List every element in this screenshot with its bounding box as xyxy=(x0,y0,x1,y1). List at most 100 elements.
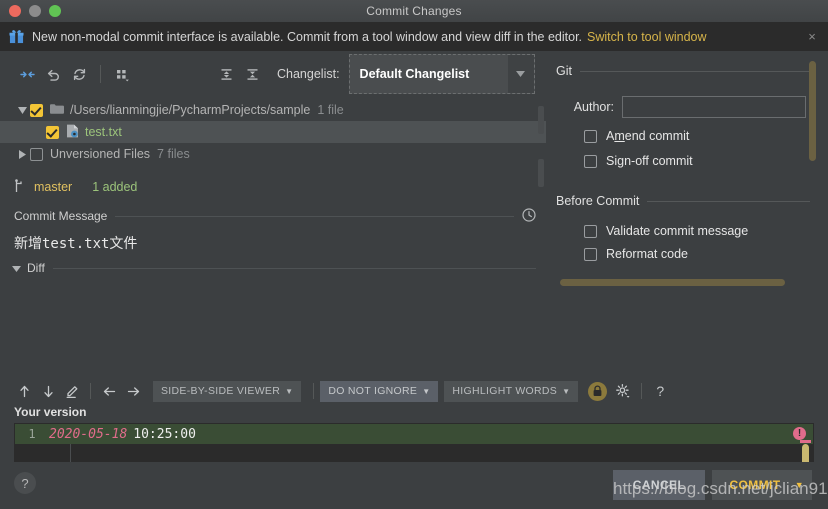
git-group-rule xyxy=(579,70,810,72)
collapse-all-icon[interactable] xyxy=(239,61,265,87)
chevron-collapsed-icon[interactable] xyxy=(14,149,30,159)
commit-button-label: COMMIT xyxy=(729,478,781,492)
unversioned-label: Unversioned Files xyxy=(50,147,151,161)
diff-rule xyxy=(52,267,536,269)
next-difference-icon[interactable] xyxy=(36,380,60,402)
validate-commit-message-label: Validate commit message xyxy=(606,224,749,238)
folder-file-count: 1 file xyxy=(317,103,344,117)
validate-commit-message-checkbox[interactable] xyxy=(584,224,597,238)
diff-toolbar-divider-2 xyxy=(313,383,315,399)
diff-toolbar: SIDE-BY-SIDE VIEWER ▼ DO NOT IGNORE ▼ HI… xyxy=(0,377,828,405)
diff-line[interactable]: 1 2020-05-18 10:25:00 xyxy=(15,424,813,444)
refresh-icon[interactable] xyxy=(66,61,92,87)
commit-options-pane: Git Author: Amend commit Sign-off commit… xyxy=(546,51,828,291)
diff-code-time: 10:25:00 xyxy=(133,426,196,442)
signoff-commit-label: Sign-off commit xyxy=(606,154,693,168)
tree-row-folder[interactable]: /Users/lianmingjie/PycharmProjects/sampl… xyxy=(0,99,546,121)
show-diff-icon[interactable] xyxy=(14,61,40,87)
git-group-header: Git xyxy=(546,61,828,81)
reformat-code-option[interactable]: Reformat code xyxy=(546,247,828,261)
diff-section-header: Diff xyxy=(0,258,546,278)
accept-right-icon[interactable] xyxy=(121,380,145,402)
amend-commit-label: Amend commit xyxy=(606,129,690,143)
before-commit-title: Before Commit xyxy=(556,194,640,208)
amend-commit-checkbox[interactable] xyxy=(584,129,597,143)
help-button[interactable]: ? xyxy=(14,472,36,494)
expand-all-icon[interactable] xyxy=(213,61,239,87)
lock-icon[interactable] xyxy=(588,381,608,401)
unversioned-checkbox[interactable] xyxy=(30,147,43,161)
commit-message-input[interactable]: 新增test.txt文件 xyxy=(0,233,546,253)
chevron-down-icon[interactable] xyxy=(507,55,534,93)
switch-to-tool-window-link[interactable]: Switch to tool window xyxy=(587,30,707,44)
commit-message-header: Commit Message xyxy=(0,205,546,227)
amend-commit-option[interactable]: Amend commit xyxy=(546,129,828,143)
diff-pane-title: Your version xyxy=(14,405,87,419)
edit-source-icon[interactable] xyxy=(60,380,84,402)
header-rule xyxy=(115,215,514,217)
notification-text: New non-modal commit interface is availa… xyxy=(32,29,583,44)
highlight-mode-label: HIGHLIGHT WORDS xyxy=(452,385,558,397)
gear-icon[interactable] xyxy=(611,380,635,402)
notification-bar: New non-modal commit interface is availa… xyxy=(0,23,828,51)
folder-checkbox[interactable] xyxy=(30,103,43,117)
toolbar-divider xyxy=(100,65,101,83)
splitter-handle-bottom[interactable] xyxy=(538,159,544,187)
close-icon[interactable]: × xyxy=(804,29,820,44)
highlight-mode-dropdown[interactable]: HIGHLIGHT WORDS ▼ xyxy=(444,380,579,402)
tree-row-unversioned[interactable]: Unversioned Files 7 files xyxy=(0,143,546,165)
diff-error-marker xyxy=(800,440,811,443)
commit-changes-dialog: Commit Changes New non-modal commit inte… xyxy=(0,0,828,509)
dialog-body: Changelist: Default Changelist /Users/li… xyxy=(0,51,828,509)
window-titlebar: Commit Changes xyxy=(0,0,828,23)
splitter-handle-top[interactable] xyxy=(538,106,544,134)
file-checkbox[interactable] xyxy=(46,125,59,139)
changes-tree: /Users/lianmingjie/PycharmProjects/sampl… xyxy=(0,99,546,165)
diff-toolbar-divider-3 xyxy=(641,383,643,399)
chevron-down-icon[interactable] xyxy=(12,261,21,275)
rollback-icon[interactable] xyxy=(40,61,66,87)
help-icon[interactable]: ? xyxy=(648,380,672,402)
cancel-button[interactable]: CANCEL xyxy=(613,470,705,500)
author-label: Author: xyxy=(573,100,614,114)
tree-row-file[interactable]: test.txt xyxy=(0,121,546,143)
added-count: 1 added xyxy=(92,180,138,194)
chevron-down-icon: ▼ xyxy=(422,386,431,396)
folder-icon xyxy=(50,103,64,118)
ignore-mode-dropdown[interactable]: DO NOT IGNORE ▼ xyxy=(320,380,439,402)
previous-difference-icon[interactable] xyxy=(12,380,36,402)
viewer-mode-label: SIDE-BY-SIDE VIEWER xyxy=(161,385,281,397)
file-icon xyxy=(66,124,79,141)
clock-icon[interactable] xyxy=(522,207,536,225)
diff-title: Diff xyxy=(27,261,45,275)
line-number: 1 xyxy=(28,427,36,441)
options-horizontal-scrollbar[interactable] xyxy=(560,279,785,286)
unversioned-file-count: 7 files xyxy=(157,147,190,161)
gift-icon xyxy=(9,30,24,44)
chevron-down-icon: ▼ xyxy=(794,480,804,490)
signoff-commit-checkbox[interactable] xyxy=(584,154,597,168)
viewer-mode-dropdown[interactable]: SIDE-BY-SIDE VIEWER ▼ xyxy=(153,380,302,402)
file-name: test.txt xyxy=(85,125,122,139)
reformat-code-checkbox[interactable] xyxy=(584,247,597,261)
author-input[interactable] xyxy=(622,96,806,118)
commit-button[interactable]: COMMIT ▼ xyxy=(712,470,812,500)
branch-status-bar: master 1 added xyxy=(0,175,546,199)
changelist-label: Changelist: xyxy=(277,67,340,81)
chevron-down-icon: ▼ xyxy=(285,386,294,396)
accept-left-icon[interactable] xyxy=(97,380,121,402)
error-badge[interactable]: ! xyxy=(793,427,806,440)
signoff-commit-option[interactable]: Sign-off commit xyxy=(546,154,828,168)
validate-commit-message-option[interactable]: Validate commit message xyxy=(546,224,828,238)
git-group-title: Git xyxy=(556,64,572,78)
changelist-dropdown[interactable]: Default Changelist xyxy=(348,54,535,94)
changelist-value: Default Changelist xyxy=(359,67,470,81)
chevron-expanded-icon[interactable] xyxy=(14,106,30,114)
changes-toolbar: Changelist: Default Changelist xyxy=(0,51,546,97)
diff-toolbar-divider xyxy=(90,383,91,399)
commit-message-title: Commit Message xyxy=(14,209,108,223)
options-vertical-scrollbar[interactable] xyxy=(809,61,816,161)
reformat-code-label: Reformat code xyxy=(606,247,688,261)
folder-path: /Users/lianmingjie/PycharmProjects/sampl… xyxy=(70,103,311,117)
group-by-icon[interactable] xyxy=(109,61,135,87)
